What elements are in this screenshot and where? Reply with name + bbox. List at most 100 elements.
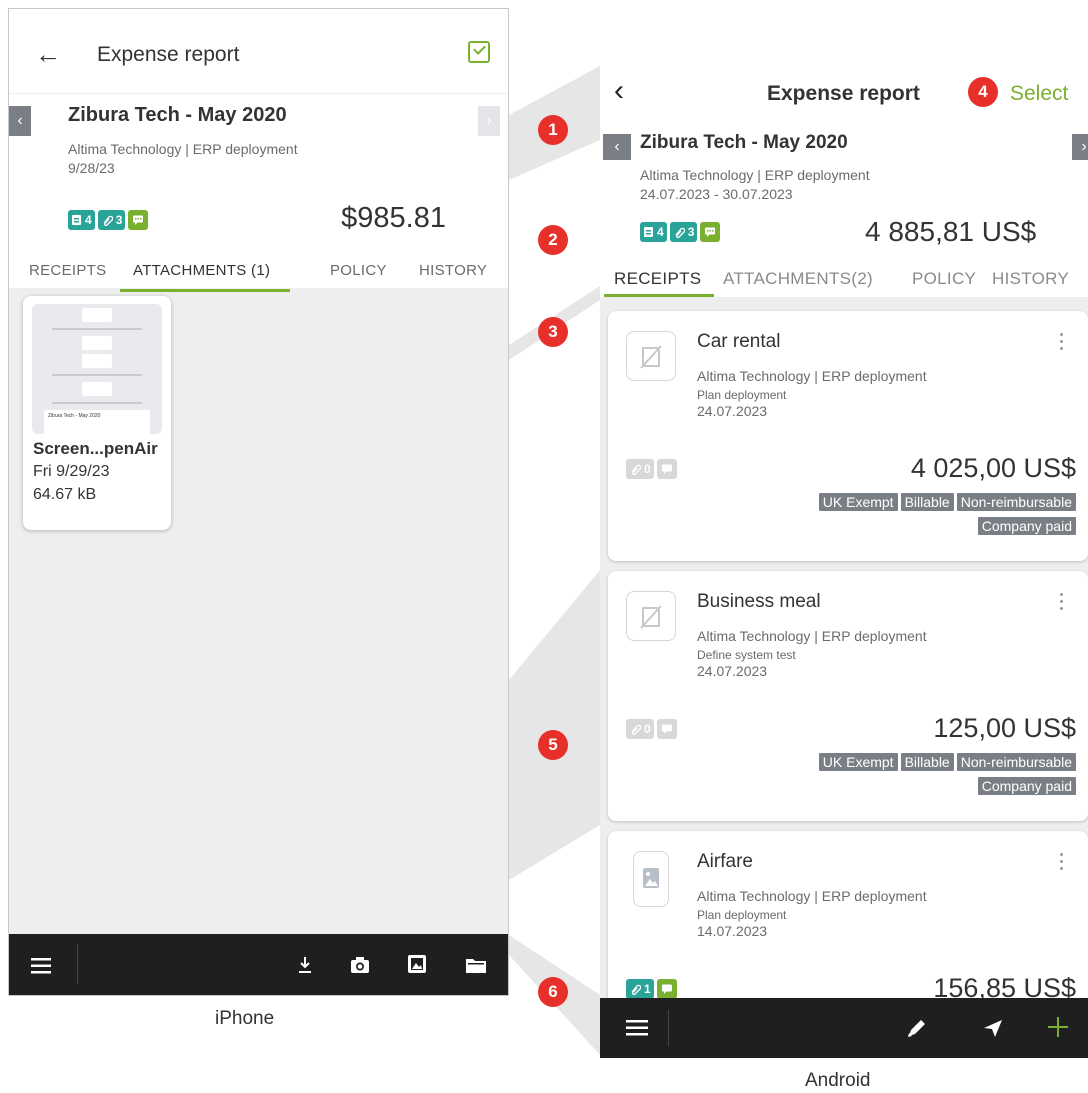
report-name: Zibura Tech - May 2020 bbox=[640, 132, 848, 153]
plus-icon[interactable] bbox=[1047, 1016, 1069, 1038]
receipt-icon bbox=[72, 215, 81, 225]
receipt-badges: 1 bbox=[626, 979, 677, 999]
pencil-icon[interactable] bbox=[905, 1016, 929, 1040]
chevron-left-icon[interactable]: ‹ bbox=[614, 74, 624, 108]
paperclip-icon bbox=[103, 215, 113, 226]
page-title: Expense report bbox=[767, 82, 920, 105]
tag-chip: Non-reimbursable bbox=[956, 753, 1076, 771]
report-summary: ‹ › Zibura Tech - May 2020 Altima Techno… bbox=[600, 121, 1088, 297]
kebab-menu-icon[interactable] bbox=[1060, 333, 1064, 353]
tab-receipts[interactable]: RECEIPTS bbox=[614, 269, 701, 289]
comment-icon bbox=[661, 984, 672, 994]
ip-header: ← Expense report bbox=[9, 9, 508, 93]
arrow-left-icon[interactable]: ← bbox=[35, 39, 61, 70]
select-button[interactable]: Select bbox=[1010, 82, 1068, 106]
tab-receipts[interactable]: RECEIPTS bbox=[29, 262, 106, 279]
tag-chip: Billable bbox=[900, 493, 954, 511]
comment-icon bbox=[661, 724, 672, 734]
report-total: 4 885,81 US$ bbox=[865, 216, 1037, 247]
page-title: Expense report bbox=[97, 43, 240, 66]
tag-chip: Company paid bbox=[977, 777, 1076, 795]
tag-chip: Company paid bbox=[977, 517, 1076, 535]
paperclip-icon bbox=[631, 984, 641, 995]
next-report-button[interactable]: › bbox=[1072, 134, 1088, 160]
receipt-card[interactable]: Business meal Altima Technology | ERP de… bbox=[608, 571, 1088, 821]
comment-badge bbox=[656, 459, 677, 479]
android-screen: ‹ Expense report Select ‹ › Zibura Tech … bbox=[600, 66, 1088, 1058]
receipt-task: Define system test bbox=[697, 648, 796, 662]
receipt-task: Plan deployment bbox=[697, 388, 787, 402]
active-tab-indicator bbox=[604, 294, 714, 297]
receipt-title: Car rental bbox=[697, 331, 781, 352]
camera-icon[interactable] bbox=[350, 956, 370, 974]
report-badges: 4 3 bbox=[640, 222, 721, 242]
callout-marker-4: 4 bbox=[968, 77, 998, 107]
menu-icon[interactable] bbox=[626, 1020, 648, 1036]
report-total: $985.81 bbox=[341, 202, 446, 234]
thumbnail-caption: Zibura Tech - May 2020 bbox=[48, 413, 101, 419]
comment-badge bbox=[700, 222, 721, 242]
attachment-size: 64.67 kB bbox=[33, 486, 97, 503]
callout-marker-5: 5 bbox=[538, 730, 568, 760]
attachment-count-badge: 1 bbox=[626, 979, 654, 999]
receipt-amount: 4 025,00 US$ bbox=[910, 453, 1076, 483]
receipt-icon bbox=[644, 227, 653, 237]
receipt-subtitle: Altima Technology | ERP deployment bbox=[697, 628, 927, 644]
kebab-menu-icon[interactable] bbox=[1060, 853, 1064, 873]
gallery-icon[interactable] bbox=[407, 954, 427, 974]
ip-bottom-toolbar bbox=[9, 934, 508, 995]
iphone-caption: iPhone bbox=[215, 1008, 275, 1029]
kebab-menu-icon[interactable] bbox=[1060, 593, 1064, 613]
callout-marker-6: 6 bbox=[538, 977, 568, 1007]
comment-icon bbox=[705, 227, 716, 237]
paperclip-icon bbox=[631, 464, 641, 475]
comment-icon bbox=[661, 464, 672, 474]
receipt-tags: UK Exempt Billable Non-reimbursable bbox=[818, 493, 1076, 511]
tab-attachments[interactable]: ATTACHMENTS(2) bbox=[723, 269, 873, 289]
tag-chip: UK Exempt bbox=[818, 753, 898, 771]
report-date: 9/28/23 bbox=[68, 160, 115, 176]
tab-policy[interactable]: POLICY bbox=[330, 262, 387, 279]
tag-chip: Non-reimbursable bbox=[956, 493, 1076, 511]
report-subtitle: Altima Technology | ERP deployment bbox=[640, 167, 870, 183]
receipt-subtitle: Altima Technology | ERP deployment bbox=[697, 888, 927, 904]
prev-report-button[interactable]: ‹ bbox=[603, 134, 631, 160]
receipt-tags-row2: Company paid bbox=[977, 517, 1076, 535]
tab-policy[interactable]: POLICY bbox=[912, 269, 976, 289]
report-badges: 4 3 bbox=[68, 210, 149, 230]
receipt-date: 24.07.2023 bbox=[697, 663, 768, 679]
image-receipt-icon bbox=[633, 851, 669, 907]
comment-badge bbox=[656, 719, 677, 739]
next-report-button[interactable]: › bbox=[478, 106, 500, 136]
tab-history[interactable]: HISTORY bbox=[992, 269, 1069, 289]
receipt-subtitle: Altima Technology | ERP deployment bbox=[697, 368, 927, 384]
attachment-name: Screen...penAir bbox=[33, 439, 158, 458]
checkbox-check-icon[interactable] bbox=[468, 41, 490, 63]
receipt-count-badge: 4 bbox=[68, 210, 95, 230]
tag-chip: UK Exempt bbox=[818, 493, 898, 511]
an-header: ‹ Expense report Select bbox=[600, 66, 1088, 121]
callout-marker-1: 1 bbox=[538, 115, 568, 145]
attachment-thumbnail: Zibura Tech - May 2020 bbox=[32, 304, 162, 434]
report-summary: ‹ › Zibura Tech - May 2020 Altima Techno… bbox=[9, 93, 508, 292]
attachment-card[interactable]: Zibura Tech - May 2020 Screen...penAir F… bbox=[23, 296, 171, 530]
paperclip-icon bbox=[631, 724, 641, 735]
menu-icon[interactable] bbox=[31, 958, 51, 974]
tab-history[interactable]: HISTORY bbox=[419, 262, 487, 279]
tab-attachments[interactable]: ATTACHMENTS (1) bbox=[133, 262, 270, 279]
comment-icon bbox=[133, 215, 144, 225]
send-icon[interactable] bbox=[981, 1016, 1005, 1040]
folder-icon[interactable] bbox=[465, 956, 487, 974]
no-receipt-icon bbox=[626, 331, 676, 381]
receipt-badges: 0 bbox=[626, 459, 677, 479]
callout-marker-2: 2 bbox=[538, 225, 568, 255]
prev-report-button[interactable]: ‹ bbox=[9, 106, 31, 136]
report-subtitle: Altima Technology | ERP deployment bbox=[68, 141, 298, 157]
receipt-badges: 0 bbox=[626, 719, 677, 739]
download-icon[interactable] bbox=[298, 956, 312, 974]
receipt-card[interactable]: Car rental Altima Technology | ERP deplo… bbox=[608, 311, 1088, 561]
android-caption: Android bbox=[805, 1070, 871, 1091]
an-bottom-toolbar bbox=[600, 998, 1088, 1058]
comment-badge bbox=[656, 979, 677, 999]
report-name: Zibura Tech - May 2020 bbox=[68, 104, 287, 126]
